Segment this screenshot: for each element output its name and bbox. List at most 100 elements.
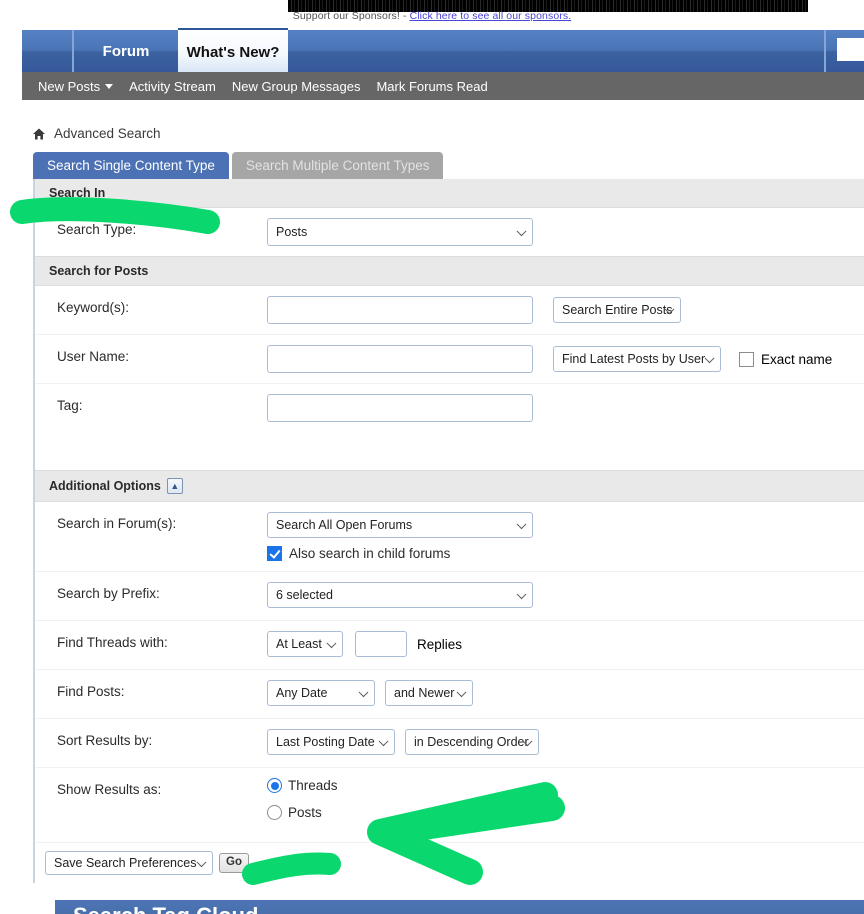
chevron-down-icon [456,687,467,698]
chevron-down-icon [378,736,389,747]
sub-navbar: New Posts Activity Stream New Group Mess… [22,72,864,100]
label-sort-results-by: Sort Results by: [57,733,153,748]
nav-search-area [824,30,864,72]
row-username: User Name: Find Latest Posts by User Exa… [35,335,864,384]
label-show-results-as: Show Results as: [57,782,162,797]
search-tag-cloud-header: Search Tag Cloud [55,900,864,914]
search-type-value: Posts [276,225,308,239]
go-button[interactable]: Go [219,853,249,873]
save-search-preferences-select[interactable]: Save Search Preferences [45,851,213,875]
sponsor-link[interactable]: Click here to see all our sponsors. [410,10,572,22]
find-posts-date-select[interactable]: Any Date [267,680,375,706]
label-keywords: Keyword(s): [57,300,130,315]
exact-name-checkbox[interactable] [739,351,754,367]
subnav-item-activity-stream[interactable]: Activity Stream [129,79,216,94]
chevron-down-icon [516,589,527,600]
find-threads-comparator-select[interactable]: At Least [267,631,343,657]
sort-order-value: in Descending Order [414,735,529,749]
keywords-input[interactable] [267,296,533,324]
find-threads-count-input[interactable] [355,631,407,657]
chevron-down-icon [196,857,207,868]
content-type-tabs: Search Single Content Type Search Multip… [33,152,444,179]
row-sort-results-by: Sort Results by: Last Posting Date in De… [35,719,864,768]
chevron-down-icon [358,687,369,698]
username-mode-value: Find Latest Posts by User [562,352,706,366]
find-threads-comparator-value: At Least [276,637,322,651]
sponsor-text: Support our Sponsors! - [292,10,410,22]
label-search-type: Search Type: [57,222,137,237]
label-search-in-forums: Search in Forum(s): [57,516,177,531]
nav-tab-whats-new[interactable]: What's New? [178,28,288,74]
nav-search-input[interactable] [837,38,864,61]
section-header-additional-options-label: Additional Options [49,479,161,493]
row-tag: Tag: [35,384,864,444]
chevron-up-icon[interactable]: ▲ [166,478,183,494]
page-root: Support our Sponsors! - Click here to se… [0,0,864,914]
label-username: User Name: [57,349,130,364]
chevron-down-icon [516,226,527,237]
advanced-search-panel: Search In Search Type: Posts Search for … [33,179,864,883]
breadcrumb-label: Advanced Search [54,126,161,141]
subnav-item-new-posts[interactable]: New Posts [38,78,114,94]
home-icon[interactable] [32,127,46,141]
keywords-scope-select[interactable]: Search Entire Posts [553,297,681,323]
label-tag: Tag: [57,398,83,413]
search-by-prefix-select[interactable]: 6 selected [267,582,533,608]
nav-tab-forum[interactable]: Forum [74,30,178,72]
posts-radio[interactable] [267,805,282,820]
row-find-threads-with: Find Threads with: At Least Replies [35,621,864,670]
label-find-threads-with: Find Threads with: [57,635,168,650]
radio-option-posts[interactable]: Posts [267,805,322,820]
breadcrumb: Advanced Search [32,126,161,141]
row-search-type: Search Type: Posts [35,208,864,256]
tab-search-single-content-type[interactable]: Search Single Content Type [33,152,229,179]
section-header-search-in-label: Search In [49,186,106,200]
search-in-forums-value: Search All Open Forums [276,518,413,532]
threads-radio[interactable] [267,778,282,793]
posts-label: Posts [288,805,322,820]
keywords-scope-value: Search Entire Posts [562,303,673,317]
chevron-down-icon [516,519,527,530]
tab-search-multiple-content-types[interactable]: Search Multiple Content Types [231,152,444,179]
row-keywords: Keyword(s): Search Entire Posts [35,286,864,335]
find-posts-direction-value: and Newer [394,686,455,700]
main-navbar: Forum What's New? [22,28,864,74]
search-in-forums-select[interactable]: Search All Open Forums [267,512,533,538]
tag-input[interactable] [267,394,533,422]
sort-field-select[interactable]: Last Posting Date [267,729,395,755]
label-find-posts: Find Posts: [57,684,125,699]
threads-label: Threads [288,778,338,793]
row-show-results-as: Show Results as: Threads Posts [35,768,864,842]
sponsor-line: Support our Sponsors! - Click here to se… [0,10,864,22]
child-forums-group: Also search in child forums [267,546,450,561]
chevron-down-icon [704,353,715,364]
chevron-down-icon [105,83,114,89]
section-header-search-for-posts-label: Search for Posts [49,264,149,278]
radio-option-threads[interactable]: Threads [267,778,338,793]
sort-field-value: Last Posting Date [276,735,375,749]
find-posts-date-value: Any Date [276,686,328,700]
subnav-item-mark-forums-read[interactable]: Mark Forums Read [376,79,487,94]
chevron-down-icon [326,638,337,649]
subnav-item-new-group-messages[interactable]: New Group Messages [232,79,361,94]
search-by-prefix-value: 6 selected [276,588,333,602]
find-threads-replies-label: Replies [417,636,463,652]
username-mode-select[interactable]: Find Latest Posts by User [553,346,721,372]
panel-spacer [35,444,864,470]
label-search-by-prefix: Search by Prefix: [57,586,160,601]
find-posts-direction-select[interactable]: and Newer [385,680,473,706]
section-header-search-for-posts: Search for Posts [35,256,864,286]
subnav-label-new-posts: New Posts [38,78,101,94]
row-find-posts: Find Posts: Any Date and Newer [35,670,864,719]
row-search-in-forums: Search in Forum(s): Search All Open Foru… [35,502,864,572]
save-search-preferences-value: Save Search Preferences [54,856,197,870]
child-forums-checkbox[interactable] [267,546,282,561]
sort-order-select[interactable]: in Descending Order [405,729,539,755]
child-forums-label: Also search in child forums [289,546,451,561]
exact-name-group: Exact name [739,351,832,367]
panel-footer: Save Search Preferences Go [35,842,864,883]
nav-divider-right [824,30,826,72]
search-type-select[interactable]: Posts [267,218,533,246]
row-search-by-prefix: Search by Prefix: 6 selected [35,572,864,621]
username-input[interactable] [267,345,533,373]
